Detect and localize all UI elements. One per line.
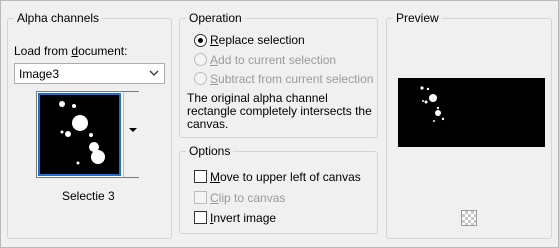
add-to-selection-label[interactable]: Add to current selection [210,52,336,68]
operation-title: Operation [186,10,245,26]
radio-replace-selection[interactable] [194,34,207,47]
document-select-value: Image3 [19,67,60,81]
preview-canvas [398,78,545,147]
invert-image-label[interactable]: Invert image [210,210,276,226]
checkbox-invert-image[interactable] [194,211,207,224]
channel-thumbnail [38,93,121,176]
checkbox-clip-to-canvas[interactable] [194,191,207,204]
channel-thumbnail-picker[interactable] [36,91,139,178]
chevron-down-icon [149,70,159,76]
preview-image [420,86,445,122]
replace-selection-label[interactable]: Replace selection [210,32,305,48]
intersect-message-line-3: canvas. [187,117,229,131]
radio-subtract-from-selection[interactable] [194,72,207,85]
options-title: Options [186,143,234,159]
move-to-upper-left-label[interactable]: Move to upper left of canvas [210,169,361,185]
load-from-document-label: Load from document: [14,44,128,58]
dropdown-arrow-icon [129,128,137,132]
document-select[interactable]: Image3 [14,63,165,84]
radio-add-to-selection[interactable] [194,53,207,66]
thumbnail-caption: Selectie 3 [62,189,115,203]
alpha-channels-title: Alpha channels [14,10,103,26]
channel-thumbnail-image [59,101,105,165]
checkerboard-icon[interactable] [461,210,477,226]
clip-to-canvas-label[interactable]: Clip to canvas [210,190,285,206]
subtract-from-selection-label[interactable]: Subtract from current selection [210,71,373,87]
checkbox-move-to-upper-left[interactable] [194,170,207,183]
preview-title: Preview [393,10,442,26]
thumbnail-dropdown-button[interactable] [123,92,139,177]
